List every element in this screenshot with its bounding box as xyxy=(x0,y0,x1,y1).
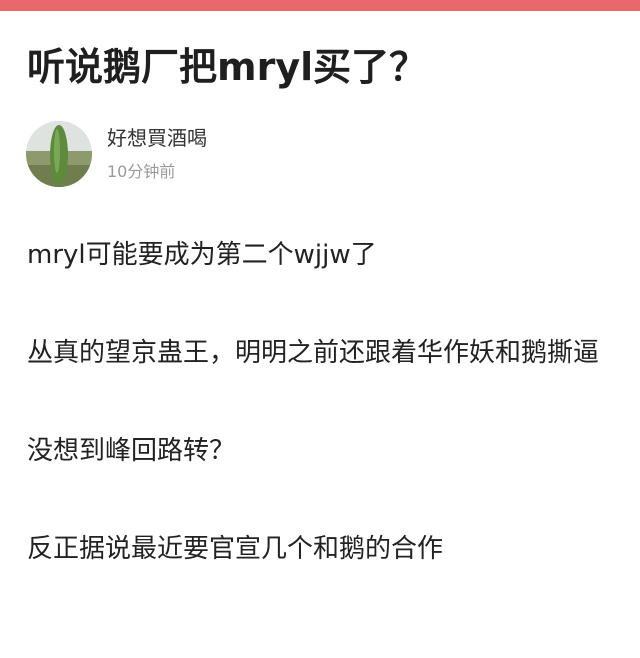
author-avatar[interactable] xyxy=(26,121,92,187)
author-name[interactable]: 好想買酒喝 xyxy=(107,124,207,152)
post-body: mryl可能要成为第二个wjjw了 丛真的望京蛊王，明明之前还跟着华作妖和鹅撕逼… xyxy=(27,230,617,622)
avatar-photo-icon xyxy=(26,121,92,187)
post-title: 听说鹅厂把mryl买了？ xyxy=(27,45,428,89)
post-paragraph: 没想到峰回路转？ xyxy=(27,436,236,466)
post-timestamp: 10分钟前 xyxy=(107,162,176,181)
post-paragraph: 反正据说最近要官宣几个和鹅的合作 xyxy=(27,534,444,564)
top-accent-bar xyxy=(0,0,640,11)
post-paragraph: 丛真的望京蛊王，明明之前还跟着华作妖和鹅撕逼 xyxy=(27,338,600,368)
post-paragraph: mryl可能要成为第二个wjjw了 xyxy=(27,240,377,270)
